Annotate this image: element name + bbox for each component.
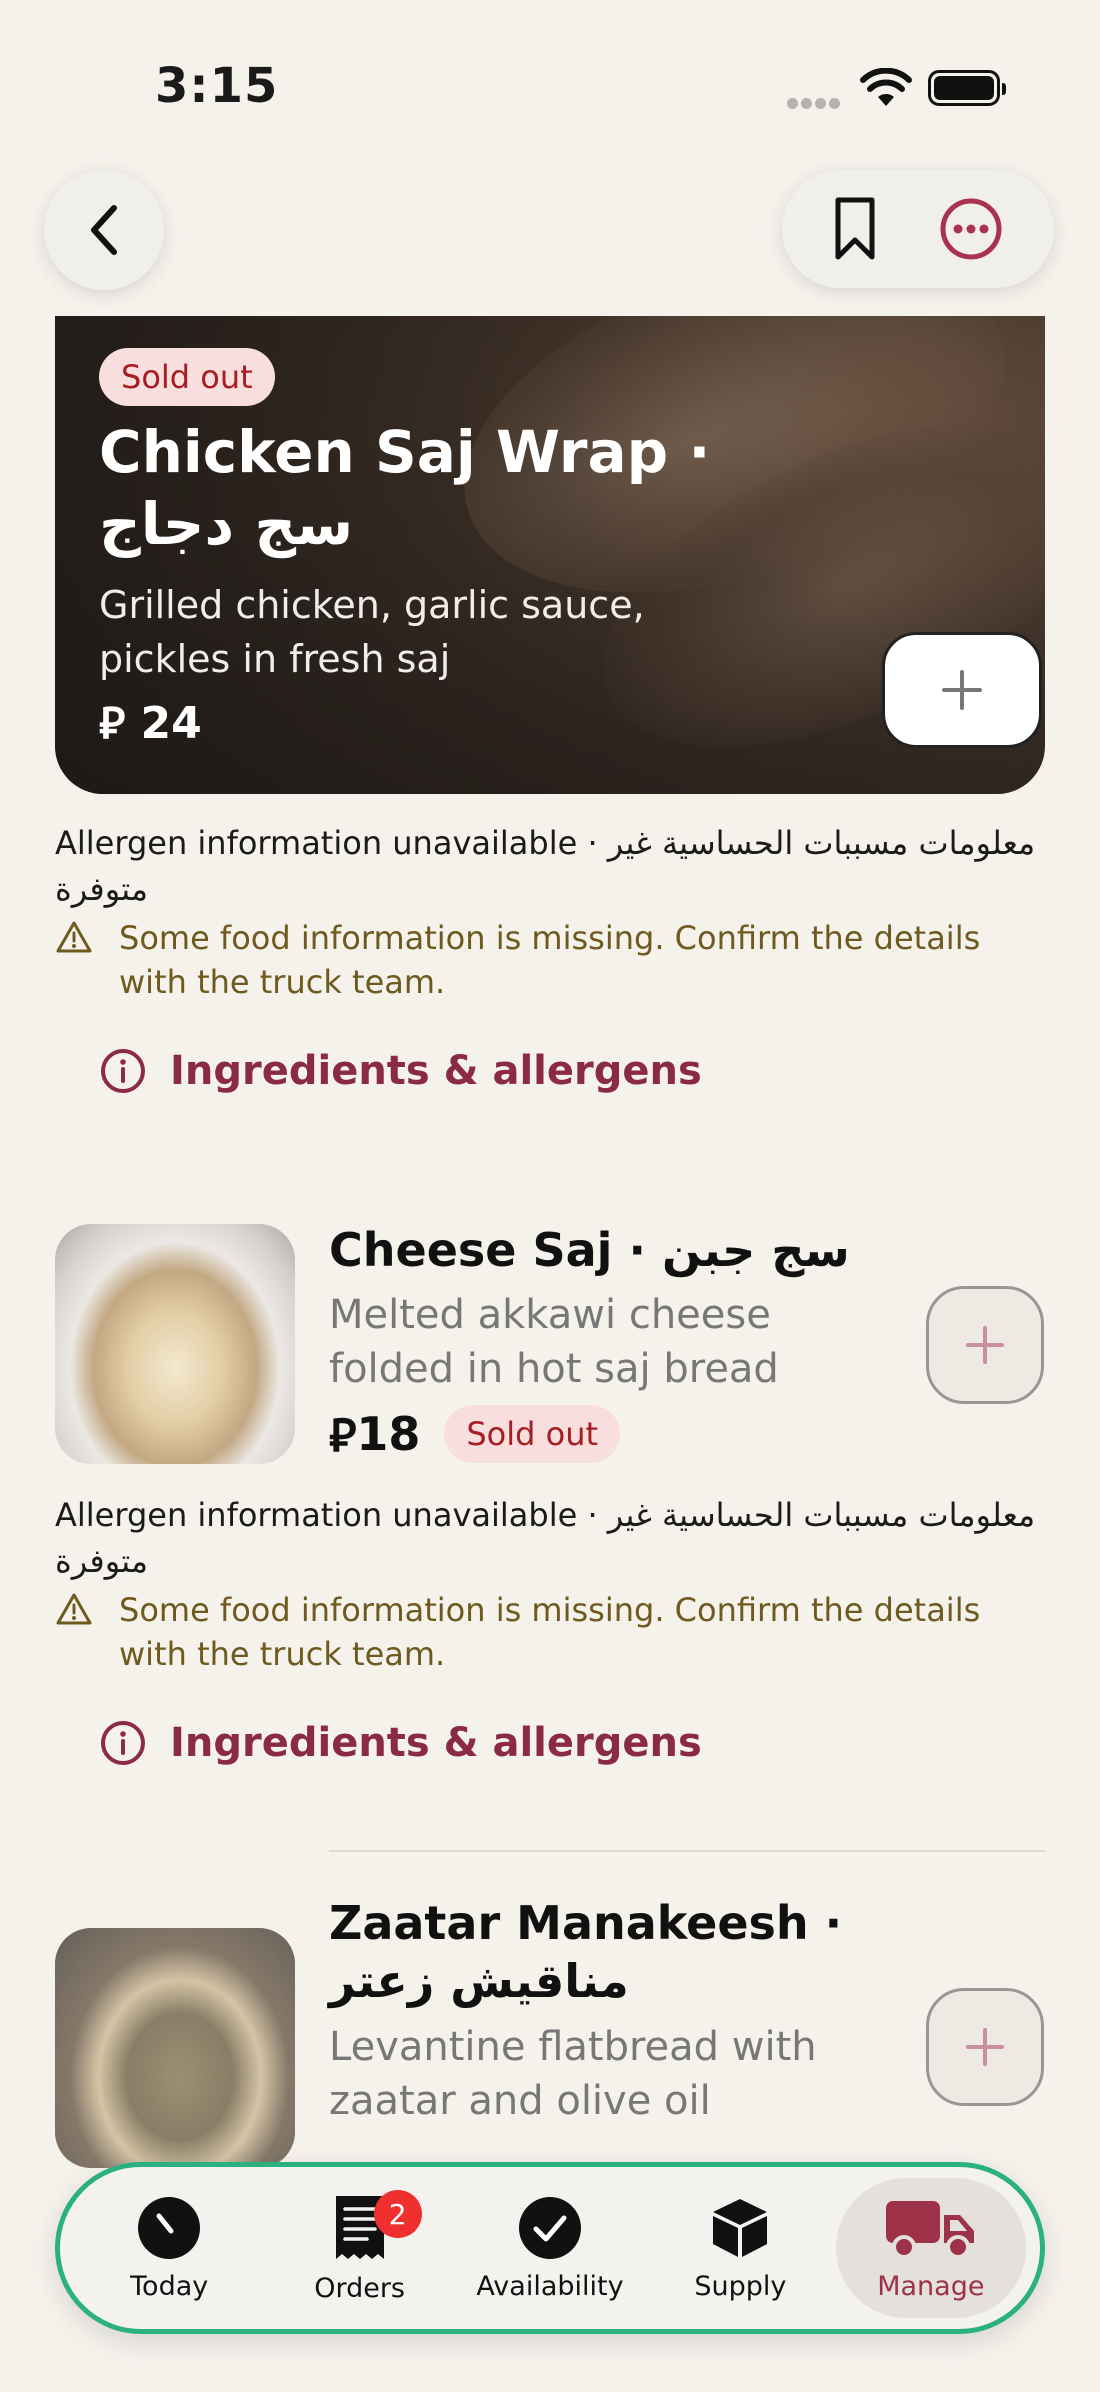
- currency-symbol: ⃁: [329, 1408, 357, 1462]
- item-price: ⃁ 24: [99, 698, 202, 749]
- missing-info-warning: Some food information is missing. Confir…: [55, 916, 1045, 1004]
- plus-icon: [966, 2028, 1004, 2066]
- info-icon: [101, 1049, 145, 1093]
- status-time: 3:15: [155, 58, 279, 114]
- wifi-icon: [860, 68, 912, 106]
- truck-icon: [885, 2200, 974, 2259]
- plus-icon: [966, 1326, 1004, 1364]
- allergen-note: Allergen information unavailable · معلوم…: [55, 1496, 1036, 1580]
- tab-label: Today: [130, 2270, 209, 2302]
- tab-manage[interactable]: Manage: [835, 2178, 1027, 2318]
- battery-icon: [928, 70, 1006, 106]
- plus-icon: [942, 670, 982, 710]
- item-price: ⃁ 18 Sold out: [329, 1404, 621, 1464]
- back-button[interactable]: [44, 170, 164, 290]
- sold-out-badge: Sold out: [444, 1405, 621, 1463]
- orders-count-badge: 2: [373, 2190, 422, 2238]
- allergen-note: Allergen information unavailable · معلوم…: [55, 824, 1036, 908]
- add-to-cart-button[interactable]: [882, 632, 1042, 748]
- more-icon[interactable]: [939, 197, 1003, 261]
- item-description: Grilled chicken, garlic sauce, pickles i…: [99, 583, 645, 681]
- item-image: [55, 1928, 295, 2168]
- tab-label: Manage: [877, 2270, 985, 2302]
- item-title: Zaatar Manakeesh · مناقيش زعتر: [329, 1896, 843, 2008]
- clock-icon: [138, 2196, 201, 2259]
- box-icon: [713, 2198, 768, 2257]
- tab-availability[interactable]: Availability: [455, 2178, 645, 2318]
- tab-today[interactable]: Today: [74, 2178, 264, 2318]
- tab-bar: Today 2 Orders Availability Supply Manag…: [55, 2162, 1045, 2334]
- tab-orders[interactable]: 2 Orders: [264, 2178, 454, 2318]
- item-title: Cheese Saj · سج جبن: [329, 1223, 850, 1277]
- tab-label: Supply: [694, 2270, 787, 2302]
- add-to-cart-button[interactable]: [926, 1286, 1044, 1404]
- item-image: [55, 1224, 295, 1464]
- missing-info-warning: Some food information is missing. Confir…: [55, 1588, 1045, 1676]
- cellular-signal-icon: [787, 94, 843, 113]
- item-description: Melted akkawi cheese folded in hot saj b…: [329, 1292, 779, 1392]
- hero-item-card[interactable]: Sold out Chicken Saj Wrap · سج دجاج Gril…: [55, 316, 1045, 794]
- item-description: Levantine flatbread with zaatar and oliv…: [329, 2024, 817, 2124]
- chevron-left-icon: [91, 205, 117, 255]
- sold-out-badge: Sold out: [99, 348, 275, 406]
- add-to-cart-button[interactable]: [926, 1988, 1044, 2106]
- tab-label: Orders: [314, 2272, 405, 2304]
- info-icon: [101, 1721, 145, 1765]
- tab-label: Availability: [476, 2270, 624, 2302]
- checkmark-circle-icon: [519, 2196, 582, 2259]
- currency-symbol: ⃁: [99, 698, 126, 749]
- top-actions: [782, 170, 1054, 288]
- item-title: Chicken Saj Wrap · سج دجاج: [99, 418, 711, 558]
- status-bar: 3:15: [0, 0, 1100, 180]
- ingredients-allergens-link[interactable]: Ingredients & allergens: [100, 1720, 702, 1766]
- warning-icon: [56, 1593, 92, 1625]
- divider: [329, 1850, 1045, 1852]
- tab-supply[interactable]: Supply: [645, 2178, 835, 2318]
- ingredients-allergens-link[interactable]: Ingredients & allergens: [100, 1048, 702, 1094]
- bookmark-icon[interactable]: [833, 195, 877, 263]
- warning-icon: [56, 921, 92, 953]
